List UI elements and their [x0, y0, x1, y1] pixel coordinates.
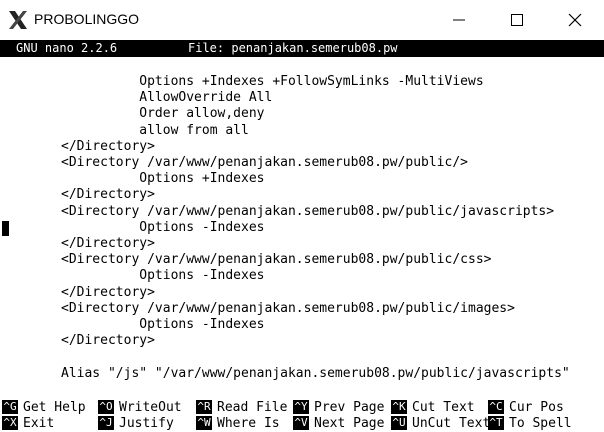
shortcut-key: ^V — [293, 416, 309, 430]
editor-line: </Directory> — [61, 284, 155, 300]
shortcut-item[interactable]: ^V Next Page — [293, 416, 384, 432]
editor-line: <Directory /var/www/penanjakan.semerub08… — [61, 203, 555, 219]
shortcut-label: Prev Page — [314, 400, 385, 415]
editor-line: Options +Indexes — [61, 171, 265, 187]
shortcut-item[interactable]: ^C Cur Pos — [488, 400, 564, 416]
shortcut-item[interactable]: ^O WriteOut — [98, 400, 182, 416]
x-server-icon — [9, 11, 27, 29]
maximize-button[interactable] — [488, 0, 546, 40]
shortcut-key: ^Y — [293, 400, 309, 414]
shortcut-key: ^C — [488, 400, 504, 414]
shortcut-bar: ^G Get Help ^O WriteOut ^R Read File ^Y Prev Pa… — [0, 400, 604, 432]
shortcut-item[interactable]: ^R Read File — [196, 400, 287, 416]
shortcut-label: WriteOut — [119, 400, 182, 415]
shortcut-label: Exit — [23, 416, 55, 431]
shortcut-key: ^R — [196, 400, 212, 414]
editor-line: Options -Indexes — [61, 219, 265, 235]
shortcut-key: ^O — [98, 400, 114, 414]
nano-header-bar: GNU nano 2.2.6 File: penanjakan.semerub0… — [0, 40, 604, 57]
window-title: PROBOLINGGO — [34, 11, 140, 27]
shortcut-key: ^U — [391, 416, 407, 430]
shortcut-item[interactable]: ^X Exit — [2, 416, 54, 432]
minimize-icon — [453, 19, 465, 21]
editor-area[interactable]: Options +Indexes +FollowSymLinks -MultiV… — [0, 58, 604, 388]
nano-version: GNU nano 2.2.6 — [16, 41, 118, 55]
shortcut-item[interactable]: ^Y Prev Page — [293, 400, 384, 416]
shortcut-key: ^J — [98, 416, 114, 430]
shortcut-item[interactable]: ^G Get Help — [2, 400, 86, 416]
shortcut-item[interactable]: ^K Cut Text — [391, 400, 475, 416]
shortcut-key: ^G — [2, 400, 18, 414]
editor-line: allow from all — [61, 122, 249, 138]
shortcut-item[interactable]: ^T To Spell — [488, 416, 572, 432]
shortcut-label: To Spell — [509, 416, 572, 431]
shortcut-label: Where Is — [217, 416, 280, 431]
shortcut-label: Cut Text — [412, 400, 475, 415]
maximize-icon — [511, 14, 523, 26]
shortcut-key: ^T — [488, 416, 504, 430]
editor-line: Order allow,deny — [61, 106, 265, 122]
shortcut-label: Read File — [217, 400, 288, 415]
editor-line: AllowOverride All — [61, 90, 273, 106]
editor-line: </Directory> — [61, 236, 155, 251]
shortcut-label: Get Help — [23, 400, 86, 415]
shortcut-key: ^X — [2, 416, 18, 430]
minimize-button[interactable] — [430, 0, 488, 40]
shortcut-key: ^K — [391, 400, 407, 414]
editor-line: </Directory> — [61, 138, 155, 154]
shortcut-item[interactable]: ^W Where Is — [196, 416, 280, 432]
editor-line: <Directory /var/www/penanjakan.semerub08… — [61, 155, 468, 170]
shortcut-label: Cur Pos — [509, 400, 564, 415]
editor-line: </Directory> — [61, 187, 155, 203]
editor-line: <Directory /var/www/penanjakan.semerub08… — [61, 252, 492, 268]
text-cursor — [2, 221, 9, 236]
shortcut-label: Justify — [119, 416, 174, 431]
shortcut-key: ^W — [196, 416, 212, 430]
window-titlebar: PROBOLINGGO — [0, 0, 604, 40]
shortcut-label: Next Page — [314, 416, 385, 431]
editor-line: Options +Indexes +FollowSymLinks -MultiV… — [61, 74, 484, 89]
editor-line: Alias "/js" "/var/www/penanjakan.semerub… — [61, 365, 570, 381]
close-button[interactable] — [546, 0, 604, 40]
close-icon — [568, 13, 582, 27]
shortcut-item[interactable]: ^J Justify — [98, 416, 174, 432]
nano-file-label: File: penanjakan.semerub08.pw — [188, 41, 398, 55]
shortcut-item[interactable]: ^U UnCut Text — [391, 416, 490, 432]
editor-line: </Directory> — [61, 333, 155, 349]
editor-line: Options -Indexes — [61, 268, 265, 284]
editor-line: Options -Indexes — [61, 317, 265, 332]
editor-line: <Directory /var/www/penanjakan.semerub08… — [61, 300, 515, 316]
shortcut-label: UnCut Text — [412, 416, 491, 431]
